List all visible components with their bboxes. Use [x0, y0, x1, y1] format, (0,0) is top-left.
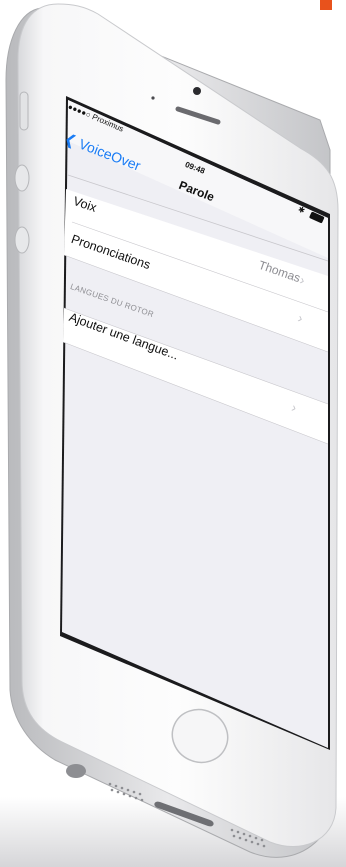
volume-down-icon: [14, 226, 30, 254]
mute-switch-icon: [19, 91, 29, 131]
headphone-jack-icon: [66, 764, 86, 778]
proximity-sensor-icon: [151, 96, 155, 100]
chevron-right-icon: ›: [296, 310, 306, 326]
volume-up-icon: [14, 164, 30, 192]
front-camera-icon: [193, 87, 201, 95]
chevron-right-icon: ›: [289, 399, 299, 416]
iphone-device: ✱: [5, 3, 339, 858]
